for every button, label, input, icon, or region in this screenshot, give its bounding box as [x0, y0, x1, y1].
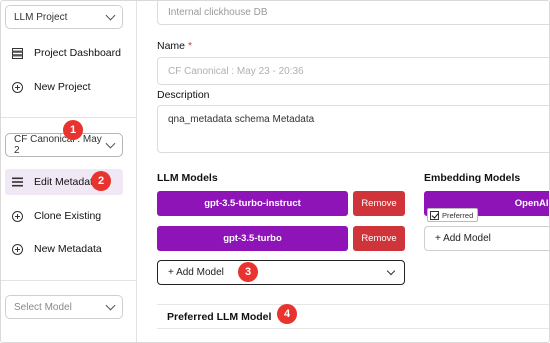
chevron-down-icon [386, 266, 396, 276]
sidebar-item-clone-existing[interactable]: Clone Existing [5, 203, 123, 229]
llm-model-name: gpt-3.5-turbo-instruct [204, 198, 301, 209]
required-marker: * [187, 40, 193, 52]
step-badge: 4 [277, 304, 297, 324]
sidebar-item-project-dashboard[interactable]: Project Dashboard [5, 40, 123, 66]
name-label: Name * [157, 40, 192, 52]
step-badge: 3 [238, 262, 258, 282]
step-badge: 1 [63, 120, 83, 140]
add-llm-model-select[interactable]: + Add Model [157, 260, 405, 285]
preferred-label: Preferred [442, 210, 474, 220]
sidebar-item-label: New Metadata [34, 243, 102, 255]
description-label: Description [157, 89, 210, 101]
main-content: Internal clickhouse DB Name * CF Canonic… [138, 1, 549, 342]
preferred-llm-model-section[interactable]: Preferred LLM Model [157, 304, 549, 329]
description-textarea[interactable]: qna_metadata schema Metadata [157, 105, 549, 153]
add-model-label: + Add Model [435, 233, 491, 244]
llm-model-name: gpt-3.5-turbo [223, 233, 282, 244]
plus-circle-icon [11, 210, 23, 222]
source-input[interactable]: Internal clickhouse DB [157, 1, 549, 25]
sidebar-item-new-metadata[interactable]: New Metadata [5, 236, 123, 262]
sidebar-item-label: Project Dashboard [34, 47, 121, 59]
name-label-text: Name [157, 40, 186, 52]
preferred-llm-model-label: Preferred LLM Model [167, 310, 272, 323]
chevron-down-icon [105, 300, 116, 310]
add-model-label: + Add Model [168, 267, 224, 278]
sidebar-item-new-project[interactable]: New Project [5, 74, 123, 100]
llm-model-chip[interactable]: gpt-3.5-turbo [157, 226, 348, 251]
sidebar-item-label: Clone Existing [34, 210, 102, 222]
chevron-down-icon [105, 10, 116, 20]
metadata-select[interactable]: CF Canonical : May 2 [5, 133, 123, 157]
model-select-placeholder: Select Model [14, 301, 72, 313]
preferred-toggle[interactable]: Preferred [427, 208, 479, 222]
sidebar-item-label: New Project [34, 81, 91, 93]
embedding-model-name: OpenAI text e [514, 198, 549, 209]
sidebar-divider [1, 280, 136, 281]
remove-button[interactable]: Remove [353, 226, 405, 251]
name-input[interactable]: CF Canonical : May 23 - 20:36 [157, 57, 549, 85]
model-select[interactable]: Select Model [5, 295, 123, 319]
metadata-select-value: CF Canonical : May 2 [14, 134, 102, 156]
plus-circle-icon [11, 243, 23, 255]
plus-circle-icon [11, 81, 23, 93]
project-select-value: LLM Project [14, 11, 68, 23]
app-window: LLM Project Project Dashboard New Projec… [0, 0, 550, 343]
remove-button[interactable]: Remove [353, 191, 405, 216]
sidebar-divider [1, 117, 136, 118]
description-value: qna_metadata schema Metadata [168, 114, 315, 125]
step-badge: 2 [91, 171, 111, 191]
llm-models-label: LLM Models [157, 172, 218, 184]
name-input-placeholder: CF Canonical : May 23 - 20:36 [168, 65, 304, 77]
sidebar-item-label: Edit Metadata [34, 176, 99, 188]
source-input-value: Internal clickhouse DB [168, 6, 268, 18]
embedding-models-label: Embedding Models [424, 172, 521, 184]
checkbox-checked-icon [430, 210, 439, 220]
sidebar: LLM Project Project Dashboard New Projec… [1, 1, 137, 342]
project-select[interactable]: LLM Project [5, 5, 123, 29]
add-embedding-model-select[interactable]: + Add Model [424, 226, 549, 251]
llm-model-chip[interactable]: gpt-3.5-turbo-instruct [157, 191, 348, 216]
list-icon [11, 176, 23, 188]
dashboard-icon [11, 47, 23, 59]
